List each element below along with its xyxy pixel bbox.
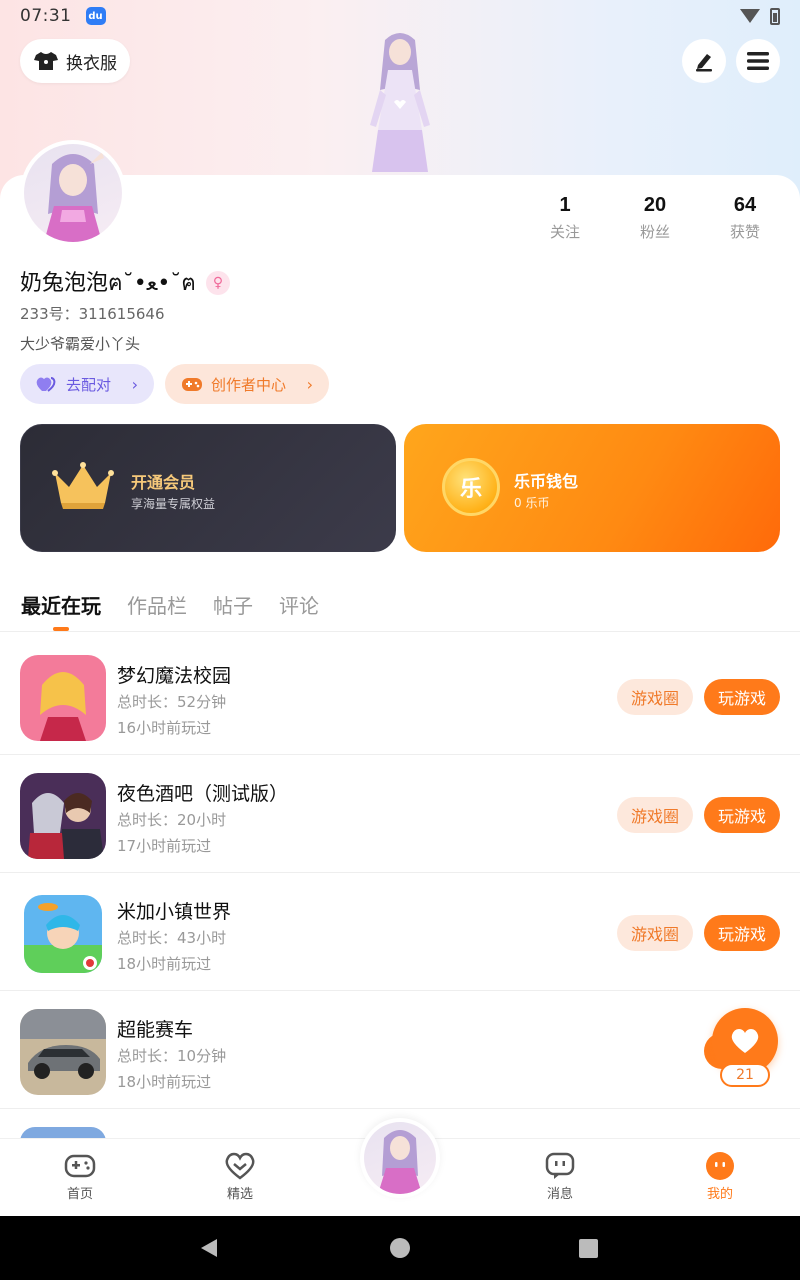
tab-comments[interactable]: 评论 — [279, 590, 319, 619]
chevron-right-icon: › — [131, 374, 138, 394]
game-last-played: 18小时前玩过 — [117, 955, 212, 973]
game-name: 超能赛车 — [117, 1019, 194, 1041]
followers-count: 20 — [643, 194, 667, 216]
game-last-played: 17小时前玩过 — [117, 837, 212, 855]
creator-center-label: 创作者中心 — [211, 375, 287, 394]
user-bio: 大少爷霸爱小丫头 — [20, 335, 141, 353]
menu-button[interactable] — [736, 39, 780, 83]
back-icon[interactable] — [199, 1238, 219, 1258]
game-name: 夜色酒吧（测试版） — [117, 783, 289, 805]
vip-membership-card[interactable]: 开通会员 享海量专属权益 — [20, 424, 396, 552]
smiley-face-icon — [706, 1152, 734, 1180]
game-circle-button[interactable]: 游戏圈 — [617, 915, 693, 951]
profile-avatar[interactable] — [20, 140, 126, 246]
play-game-button[interactable]: 玩游戏 — [704, 797, 780, 833]
chat-bubble-icon — [545, 1152, 575, 1179]
system-navigation-bar — [0, 1216, 800, 1280]
change-outfit-label: 换衣服 — [66, 53, 117, 74]
wallet-title: 乐币钱包 — [514, 472, 579, 491]
avatar-3d-figure[interactable] — [350, 30, 450, 175]
following-stat[interactable]: 1 关注 — [520, 194, 610, 242]
game-row[interactable]: 超能赛车 总时长：10分钟 18小时前玩过 — [0, 991, 800, 1109]
likes-stat[interactable]: 64 获赞 — [700, 194, 790, 242]
game-row[interactable]: 梦幻魔法校园 总时长：52分钟 16小时前玩过 游戏圈 玩游戏 — [0, 637, 800, 755]
nav-home-label: 首页 — [66, 1187, 93, 1202]
game-icon — [20, 1009, 106, 1095]
game-duration: 总时长：20小时 — [117, 811, 227, 829]
game-circle-button[interactable]: 游戏圈 — [617, 797, 693, 833]
match-button[interactable]: 去配对 › — [20, 364, 154, 404]
game-last-played: 18小时前玩过 — [117, 1073, 212, 1091]
gamepad-icon — [182, 378, 202, 391]
likes-label: 获赞 — [729, 223, 760, 241]
chevron-right-icon: › — [306, 374, 313, 394]
nav-me-label: 我的 — [706, 1187, 733, 1202]
status-bar: 07:31 du — [0, 0, 800, 32]
play-game-button[interactable]: 玩游戏 — [704, 679, 780, 715]
gamepad-icon — [64, 1154, 96, 1178]
nav-home[interactable]: 首页 — [40, 1151, 120, 1202]
change-outfit-button[interactable]: 换衣服 — [20, 39, 130, 83]
nav-messages[interactable]: 消息 — [520, 1151, 600, 1202]
home-icon[interactable] — [390, 1238, 410, 1258]
game-last-played: 16小时前玩过 — [117, 719, 212, 737]
status-time: 07:31 — [20, 6, 72, 26]
creator-center-button[interactable]: 创作者中心 › — [165, 364, 329, 404]
game-icon — [24, 895, 102, 973]
game-icon — [20, 773, 106, 859]
profile-tabs: 最近在玩 作品栏 帖子 评论 — [0, 584, 800, 632]
heart-outline-icon — [225, 1152, 255, 1180]
vip-subtitle: 享海量专属权益 — [131, 497, 216, 511]
profile-stats: 1 关注 20 粉丝 64 获赞 — [520, 194, 790, 242]
heart-icon — [731, 1029, 759, 1053]
female-gender-icon: ♀ — [206, 270, 231, 295]
vip-title: 开通会员 — [131, 473, 196, 492]
battery-icon — [770, 7, 780, 25]
hamburger-menu-icon — [747, 52, 769, 70]
avatar-image — [24, 144, 122, 242]
game-duration: 总时长：10分钟 — [117, 1047, 227, 1065]
game-row[interactable]: 夜色酒吧（测试版） 总时长：20小时 17小时前玩过 游戏圈 玩游戏 — [0, 755, 800, 873]
tab-works[interactable]: 作品栏 — [127, 590, 187, 619]
game-name: 梦幻魔法校园 — [117, 665, 232, 687]
game-circle-button[interactable]: 游戏圈 — [617, 679, 693, 715]
user-id: 233号：311615646 — [20, 305, 165, 323]
nav-featured[interactable]: 精选 — [200, 1151, 280, 1202]
edit-profile-button[interactable] — [682, 39, 726, 83]
game-icon — [20, 655, 106, 741]
followers-stat[interactable]: 20 粉丝 — [610, 194, 700, 242]
center-avatar-button[interactable] — [360, 1118, 440, 1198]
likes-count: 64 — [733, 194, 757, 216]
match-label: 去配对 — [66, 375, 112, 394]
active-tab-indicator — [53, 627, 69, 631]
nickname: 奶兔泡泡ฅ˘•ﻌ•˘ฅ — [20, 271, 197, 296]
tab-posts[interactable]: 帖子 — [213, 590, 253, 619]
nav-messages-label: 消息 — [546, 1187, 573, 1202]
game-name: 米加小镇世界 — [117, 901, 232, 923]
recents-icon[interactable] — [579, 1239, 598, 1258]
coin-icon: 乐 — [442, 458, 500, 516]
coin-wallet-card[interactable]: 乐 乐币钱包 0 乐币 — [404, 424, 780, 552]
game-duration: 总时长：43小时 — [117, 929, 227, 947]
nickname-row: 奶兔泡泡ฅ˘•ﻌ•˘ฅ ♀ — [20, 265, 231, 300]
app-notification-icon: du — [85, 7, 106, 25]
wifi-icon — [740, 9, 760, 23]
double-heart-icon — [36, 377, 56, 392]
game-duration: 总时长：52分钟 — [117, 693, 227, 711]
shirt-icon — [34, 51, 58, 71]
game-row[interactable]: 米加小镇世界 总时长：43小时 18小时前玩过 游戏圈 玩游戏 — [0, 873, 800, 991]
following-count: 1 — [559, 194, 571, 216]
nav-featured-label: 精选 — [226, 1187, 253, 1202]
play-game-button[interactable]: 玩游戏 — [704, 915, 780, 951]
crown-icon — [51, 459, 115, 519]
pen-icon — [696, 54, 712, 72]
tab-recent-played[interactable]: 最近在玩 — [21, 590, 101, 619]
wallet-balance: 0 乐币 — [514, 496, 550, 510]
followers-label: 粉丝 — [639, 223, 670, 241]
avatar-image — [364, 1122, 436, 1194]
nav-me[interactable]: 我的 — [680, 1151, 760, 1202]
following-label: 关注 — [549, 223, 580, 241]
like-count-badge: 21 — [720, 1063, 770, 1087]
